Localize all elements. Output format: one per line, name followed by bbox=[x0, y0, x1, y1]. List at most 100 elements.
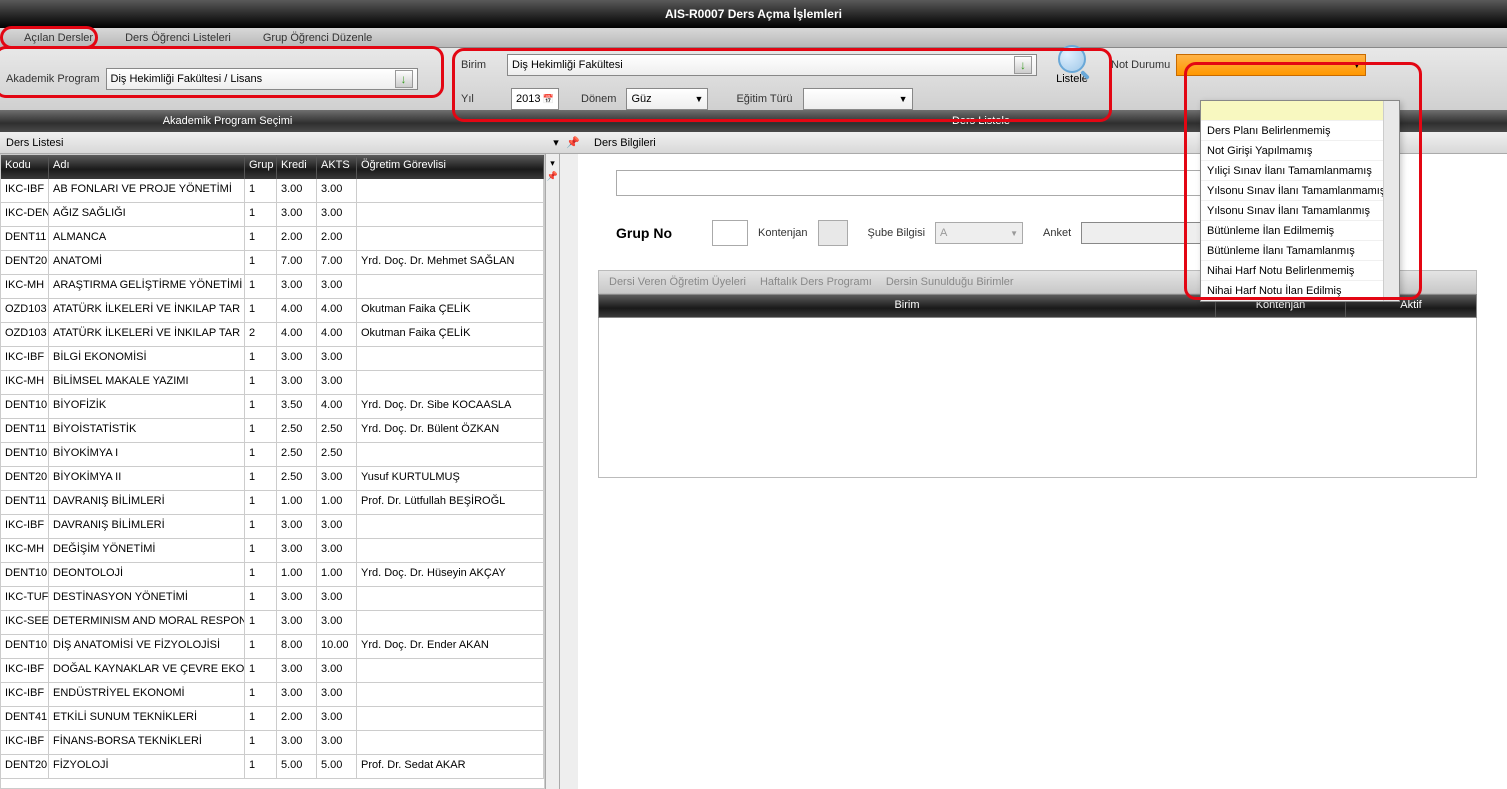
col-header-kredi[interactable]: Kredi bbox=[277, 155, 317, 179]
donem-combo[interactable]: Güz ▼ bbox=[626, 88, 708, 110]
cell-ogr bbox=[357, 611, 544, 634]
not-durumu-label: Not Durumu bbox=[1111, 59, 1170, 71]
pin-column: ▾ 📌 bbox=[545, 154, 559, 789]
splitter[interactable] bbox=[560, 154, 578, 789]
table-row[interactable]: DENT41ETKİLİ SUNUM TEKNİKLERİ12.003.00 bbox=[1, 707, 544, 731]
dropdown-item[interactable]: Bütünleme İlanı Tamamlanmış bbox=[1201, 241, 1399, 261]
cell-akts: 5.00 bbox=[317, 755, 357, 778]
table-row[interactable]: IKC-TUFDESTİNASYON YÖNETİMİ13.003.00 bbox=[1, 587, 544, 611]
donem-label: Dönem bbox=[581, 93, 616, 105]
cell-adi: DOĞAL KAYNAKLAR VE ÇEVRE EKO bbox=[49, 659, 245, 682]
dropdown-item[interactable]: Bütünleme İlan Edilmemiş bbox=[1201, 221, 1399, 241]
table-row[interactable]: IKC-IBFBİLGİ EKONOMİSİ13.003.00 bbox=[1, 347, 544, 371]
cell-ogr bbox=[357, 539, 544, 562]
kontenjan-input[interactable] bbox=[818, 220, 848, 246]
dropdown-item[interactable]: Yıliçi Sınav İlanı Tamamlanmamış bbox=[1201, 161, 1399, 181]
cell-kredi: 4.00 bbox=[277, 323, 317, 346]
table-row[interactable]: OZD103ATATÜRK İLKELERİ VE İNKILAP TAR14.… bbox=[1, 299, 544, 323]
table-row[interactable]: IKC-IBFAB FONLARI VE PROJE YÖNETİMİ13.00… bbox=[1, 179, 544, 203]
table-row[interactable]: IKC-IBFDOĞAL KAYNAKLAR VE ÇEVRE EKO13.00… bbox=[1, 659, 544, 683]
anket-combo[interactable] bbox=[1081, 222, 1201, 244]
grid-body[interactable]: IKC-IBFAB FONLARI VE PROJE YÖNETİMİ13.00… bbox=[1, 179, 544, 787]
table-row[interactable]: IKC-MHDEĞİŞİM YÖNETİMİ13.003.00 bbox=[1, 539, 544, 563]
table-row[interactable]: DENT20BİYOKİMYA II12.503.00Yusuf KURTULM… bbox=[1, 467, 544, 491]
cell-kredi: 3.00 bbox=[277, 683, 317, 706]
dropdown-item[interactable]: Not Girişi Yapılmamış bbox=[1201, 141, 1399, 161]
dropdown-item[interactable]: Nihai Harf Notu Belirlenmemiş bbox=[1201, 261, 1399, 281]
table-row[interactable]: DENT11DAVRANIŞ BİLİMLERİ11.001.00Prof. D… bbox=[1, 491, 544, 515]
listele-button[interactable]: Listele bbox=[1051, 45, 1093, 85]
cell-grup: 1 bbox=[245, 299, 277, 322]
scrollbar[interactable] bbox=[1383, 101, 1399, 301]
table-row[interactable]: DENT10BİYOFİZİK13.504.00Yrd. Doç. Dr. Si… bbox=[1, 395, 544, 419]
yil-value: 2013 bbox=[516, 93, 540, 105]
table-row[interactable]: IKC-IBFFİNANS-BORSA TEKNİKLERİ13.003.00 bbox=[1, 731, 544, 755]
pin-icon[interactable]: 📌 bbox=[560, 132, 570, 153]
cell-grup: 1 bbox=[245, 227, 277, 250]
cell-kodu: OZD103 bbox=[1, 323, 49, 346]
donem-value: Güz bbox=[631, 93, 694, 105]
not-durumu-combo[interactable]: ▼ bbox=[1176, 54, 1366, 76]
table-row[interactable]: DENT10DİŞ ANATOMİSİ VE FİZYOLOJİSİ18.001… bbox=[1, 635, 544, 659]
tab-dersi-veren[interactable]: Dersi Veren Öğretim Üyeleri bbox=[609, 276, 746, 288]
dropdown-arrow-icon[interactable]: ↓ bbox=[395, 70, 413, 88]
table-row[interactable]: DENT20ANATOMİ17.007.00Yrd. Doç. Dr. Mehm… bbox=[1, 251, 544, 275]
dropdown-item[interactable] bbox=[1201, 101, 1399, 121]
table-row[interactable]: DENT11ALMANCA12.002.00 bbox=[1, 227, 544, 251]
table-row[interactable]: OZD103ATATÜRK İLKELERİ VE İNKILAP TAR24.… bbox=[1, 323, 544, 347]
table-row[interactable]: IKC-IBFENDÜSTRİYEL EKONOMİ13.003.00 bbox=[1, 683, 544, 707]
chevron-down-icon: ▼ bbox=[1010, 229, 1018, 238]
window-titlebar: AIS-R0007 Ders Açma İşlemleri bbox=[0, 0, 1507, 28]
cell-kodu: DENT11 bbox=[1, 491, 49, 514]
table-row[interactable]: DENT11BİYOİSTATİSTİK12.502.50Yrd. Doç. D… bbox=[1, 419, 544, 443]
menu-grup-ogrenci-duzenle[interactable]: Grup Öğrenci Düzenle bbox=[247, 28, 388, 47]
akademik-program-combo[interactable]: Diş Hekimliği Fakültesi / Lisans ↓ bbox=[106, 68, 418, 90]
cell-kodu: IKC-SEE bbox=[1, 611, 49, 634]
col-header-ogretim[interactable]: Öğretim Görevlisi bbox=[357, 155, 544, 179]
grup-no-input[interactable] bbox=[712, 220, 748, 246]
table-row[interactable]: DENT10BİYOKİMYA I12.502.50 bbox=[1, 443, 544, 467]
cell-adi: ATATÜRK İLKELERİ VE İNKILAP TAR bbox=[49, 299, 245, 322]
col-header-kodu[interactable]: Kodu bbox=[1, 155, 49, 179]
not-durumu-dropdown[interactable]: Ders Planı BelirlenmemişNot Girişi Yapıl… bbox=[1200, 100, 1400, 302]
ders-adi-input[interactable] bbox=[616, 170, 1286, 196]
table-row[interactable]: IKC-MHARAŞTIRMA GELİŞTİRME YÖNETİMİ13.00… bbox=[1, 275, 544, 299]
cell-kodu: IKC-MH bbox=[1, 539, 49, 562]
table-row[interactable]: IKC-SEEDETERMINISM AND MORAL RESPON13.00… bbox=[1, 611, 544, 635]
pin-icon[interactable]: 📌 bbox=[547, 171, 558, 182]
tab-haftalik-program[interactable]: Haftalık Ders Programı bbox=[760, 276, 872, 288]
dropdown-item[interactable]: Yılsonu Sınav İlanı Tamamlanmış bbox=[1201, 201, 1399, 221]
cell-ogr: Yrd. Doç. Dr. Bülent ÖZKAN bbox=[357, 419, 544, 442]
dcol-birim[interactable]: Birim bbox=[599, 295, 1216, 317]
tab-sunuldugu-birimler[interactable]: Dersin Sunulduğu Birimler bbox=[886, 276, 1014, 288]
table-row[interactable]: IKC-DENAĞIZ SAĞLIĞI13.003.00 bbox=[1, 203, 544, 227]
dropdown-item[interactable]: Nihai Harf Notu İlan Edilmiş bbox=[1201, 281, 1399, 301]
cell-ogr bbox=[357, 347, 544, 370]
menu-acilan-dersler[interactable]: Açılan Dersler bbox=[8, 28, 109, 47]
cell-akts: 3.00 bbox=[317, 707, 357, 730]
egitim-turu-combo[interactable]: ▼ bbox=[803, 88, 913, 110]
table-row[interactable]: DENT10DEONTOLOJİ11.001.00Yrd. Doç. Dr. H… bbox=[1, 563, 544, 587]
table-row[interactable]: DENT20FİZYOLOJİ15.005.00Prof. Dr. Sedat … bbox=[1, 755, 544, 779]
yil-input[interactable]: 2013 📅 bbox=[511, 88, 559, 110]
birim-combo[interactable]: Diş Hekimliği Fakültesi ↓ bbox=[507, 54, 1037, 76]
sube-bilgisi-combo[interactable]: A ▼ bbox=[935, 222, 1023, 244]
menu-ders-ogrenci-listeleri[interactable]: Ders Öğrenci Listeleri bbox=[109, 28, 247, 47]
cell-grup: 1 bbox=[245, 563, 277, 586]
pin-icon[interactable]: ▾ bbox=[546, 132, 560, 153]
cell-adi: ANATOMİ bbox=[49, 251, 245, 274]
cell-kodu: DENT41 bbox=[1, 707, 49, 730]
chevron-down-icon[interactable]: ▾ bbox=[550, 158, 555, 169]
table-row[interactable]: IKC-MHBİLİMSEL MAKALE YAZIMI13.003.00 bbox=[1, 371, 544, 395]
col-header-adi[interactable]: Adı bbox=[49, 155, 245, 179]
cell-kredi: 3.00 bbox=[277, 539, 317, 562]
dropdown-item[interactable]: Ders Planı Belirlenmemiş bbox=[1201, 121, 1399, 141]
dropdown-item[interactable]: Yılsonu Sınav İlanı Tamamlanmamış bbox=[1201, 181, 1399, 201]
cell-akts: 3.00 bbox=[317, 659, 357, 682]
calendar-icon[interactable]: 📅 bbox=[543, 94, 554, 105]
table-row[interactable]: IKC-IBFDAVRANIŞ BİLİMLERİ13.003.00 bbox=[1, 515, 544, 539]
col-header-grup[interactable]: Grup bbox=[245, 155, 277, 179]
cell-adi: AĞIZ SAĞLIĞI bbox=[49, 203, 245, 226]
dropdown-arrow-icon[interactable]: ↓ bbox=[1014, 56, 1032, 74]
col-header-akts[interactable]: AKTS bbox=[317, 155, 357, 179]
